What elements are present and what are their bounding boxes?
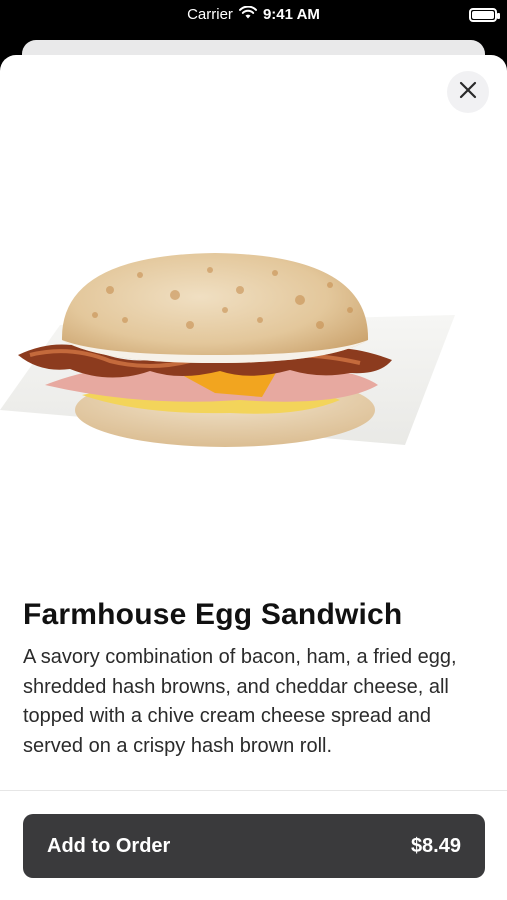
status-center: Carrier 9:41 AM bbox=[0, 5, 507, 23]
battery-icon bbox=[469, 8, 500, 22]
footer-divider bbox=[0, 790, 507, 791]
price-label: $8.49 bbox=[410, 834, 461, 857]
add-to-order-button[interactable]: Add to Order $8.49 bbox=[23, 814, 485, 878]
close-icon bbox=[459, 81, 477, 104]
product-description: A savory combination of bacon, ham, a fr… bbox=[23, 646, 457, 757]
sandwich-image bbox=[0, 195, 507, 465]
add-to-order-label: Add to Order bbox=[47, 834, 171, 857]
status-bar: Carrier 9:41 AM bbox=[0, 0, 507, 40]
close-button[interactable] bbox=[447, 71, 489, 113]
wifi-icon bbox=[238, 5, 257, 23]
product-title: Farmhouse Egg Sandwich bbox=[23, 598, 403, 631]
product-detail-sheet: Farmhouse Egg Sandwich A savory combinat… bbox=[0, 55, 507, 900]
carrier-label: Carrier bbox=[187, 6, 233, 23]
clock-label: 9:41 AM bbox=[262, 6, 320, 23]
